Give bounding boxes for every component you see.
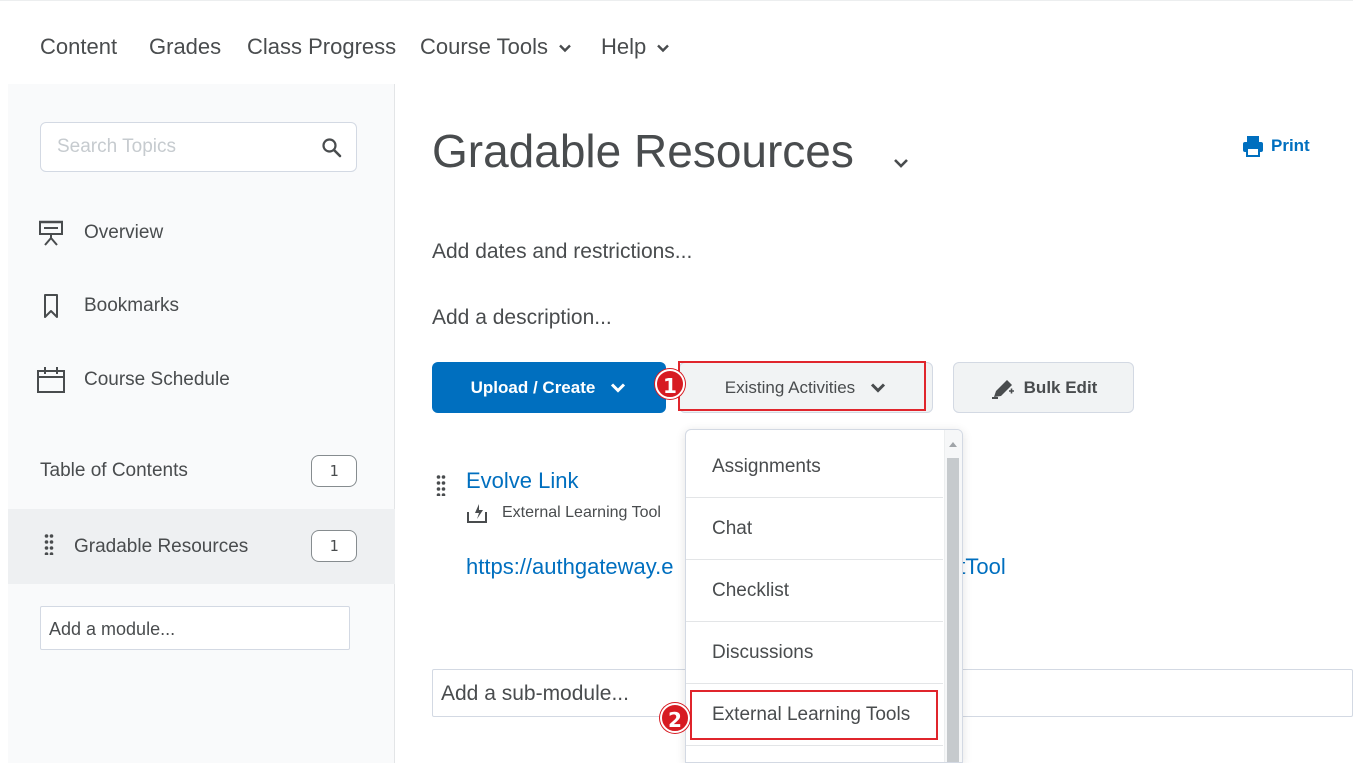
bulk-edit-label: Bulk Edit xyxy=(1023,377,1098,397)
bulk-edit-button[interactable]: Bulk Edit xyxy=(953,362,1134,413)
nav-content[interactable]: Content xyxy=(40,34,117,60)
menu-item-checklist[interactable]: Checklist xyxy=(686,560,943,622)
drag-handle-icon[interactable] xyxy=(436,474,446,496)
topic-url-link[interactable]: https://authgateway.e xyxy=(466,554,674,580)
chevron-down-icon xyxy=(611,382,626,393)
print-label: Print xyxy=(1271,136,1310,155)
topic-type-label: External Learning Tool xyxy=(502,504,661,521)
existing-activities-label: Existing Activities xyxy=(724,377,856,397)
topic-title-link[interactable]: Evolve Link xyxy=(466,468,579,494)
topic-type: External Learning Tool xyxy=(466,502,661,524)
nav-course-tools[interactable]: Course Tools xyxy=(420,34,572,60)
bookmark-icon xyxy=(44,294,58,318)
module-label: Gradable Resources xyxy=(74,536,249,557)
menu-item-discussions[interactable]: Discussions xyxy=(686,622,943,684)
menu-item-chat[interactable]: Chat xyxy=(686,498,943,560)
toc-count-badge: 1 xyxy=(311,455,357,487)
nav-help[interactable]: Help xyxy=(601,34,670,60)
existing-activities-button[interactable]: Existing Activities xyxy=(679,362,933,413)
nav-course-tools-label: Course Tools xyxy=(420,34,548,59)
sidebar: Overview Bookmarks Course Schedule Table… xyxy=(8,84,409,763)
printer-icon xyxy=(1243,136,1263,157)
search-icon[interactable] xyxy=(320,136,344,160)
step-badge-1: 1 xyxy=(655,369,685,399)
chevron-down-icon xyxy=(871,382,886,393)
sidebar-item-course-schedule[interactable]: Course Schedule xyxy=(36,360,230,400)
search-box xyxy=(40,122,357,172)
add-description-link[interactable]: Add a description... xyxy=(432,306,612,330)
menu-item-external-learning-tools[interactable]: External Learning Tools xyxy=(686,684,943,746)
overview-icon xyxy=(39,220,63,246)
chevron-down-icon xyxy=(559,44,571,53)
nav-grades[interactable]: Grades xyxy=(149,34,221,60)
nav-help-label: Help xyxy=(601,34,647,59)
add-submodule-placeholder: Add a sub-module... xyxy=(441,682,629,705)
page-title: Gradable Resources xyxy=(432,125,854,177)
existing-activities-dropdown: Assignments Chat Checklist Discussions E… xyxy=(685,429,963,763)
step-badge-2: 2 xyxy=(660,703,690,733)
module-count-badge: 1 xyxy=(311,530,357,562)
upload-create-label: Upload / Create xyxy=(470,377,596,397)
chevron-down-icon xyxy=(657,44,670,53)
sidebar-item-overview[interactable]: Overview xyxy=(36,213,163,253)
upload-create-button[interactable]: Upload / Create xyxy=(432,362,666,413)
sidebar-item-label: Overview xyxy=(84,222,164,243)
sidebar-item-label: Course Schedule xyxy=(84,369,230,390)
chevron-down-icon[interactable] xyxy=(890,154,912,172)
scrollbar-thumb[interactable] xyxy=(947,458,959,762)
calendar-icon xyxy=(37,367,65,393)
drag-handle-icon[interactable] xyxy=(44,533,54,555)
external-tool-icon xyxy=(467,504,487,523)
print-button[interactable]: Print xyxy=(1241,134,1310,158)
sidebar-item-label: Bookmarks xyxy=(84,295,180,316)
add-module-placeholder: Add a module... xyxy=(49,619,176,639)
add-dates-link[interactable]: Add dates and restrictions... xyxy=(432,240,692,264)
add-module-input[interactable]: Add a module... xyxy=(40,606,350,650)
top-navigation: Content Grades Class Progress Course Too… xyxy=(0,0,1353,84)
sidebar-item-bookmarks[interactable]: Bookmarks xyxy=(36,286,179,326)
table-of-contents-link[interactable]: Table of Contents xyxy=(40,460,188,482)
pencil-edit-icon xyxy=(991,379,1014,399)
sidebar-module-gradable-resources[interactable]: Gradable Resources 1 xyxy=(8,509,409,584)
dropdown-scrollbar[interactable] xyxy=(944,430,962,762)
menu-item-assignments[interactable]: Assignments xyxy=(686,436,943,498)
nav-class-progress[interactable]: Class Progress xyxy=(247,34,396,60)
scroll-up-icon[interactable] xyxy=(949,442,957,447)
search-input[interactable] xyxy=(57,135,307,159)
